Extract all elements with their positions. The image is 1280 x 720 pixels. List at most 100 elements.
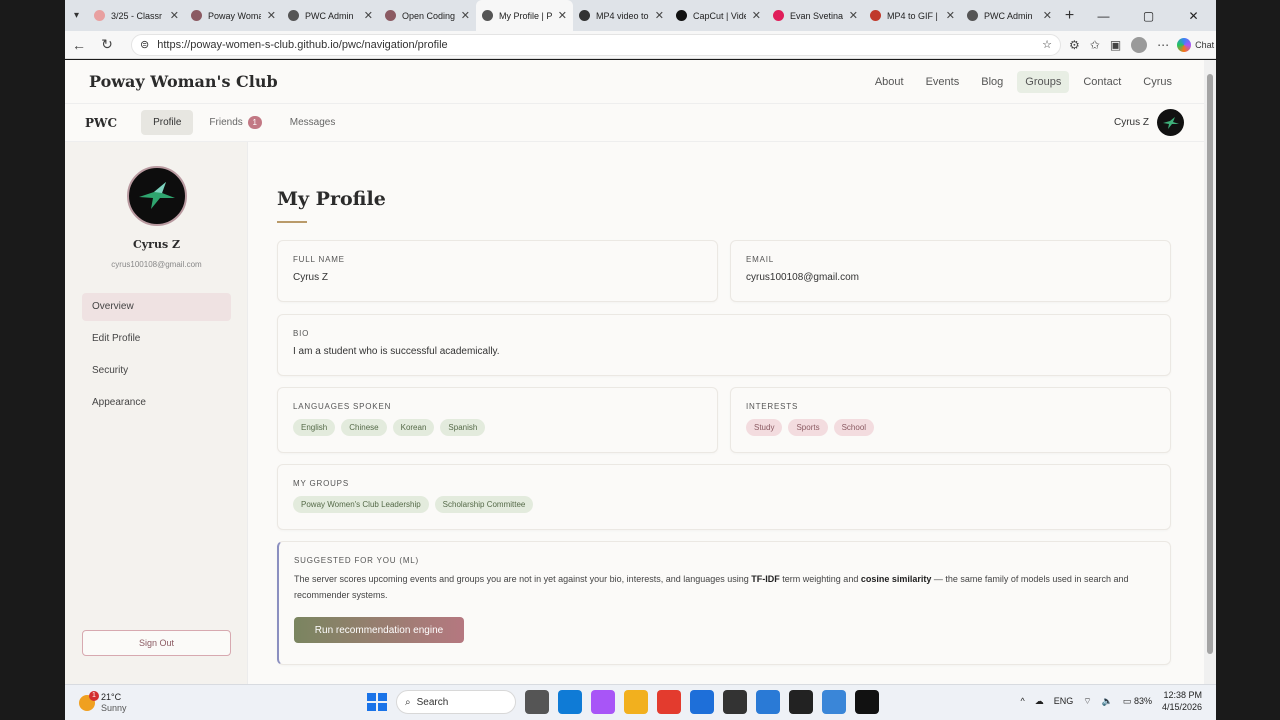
tab-profile[interactable]: Profile bbox=[141, 110, 194, 135]
browser-tab[interactable]: Poway Woma ✕ bbox=[185, 0, 282, 31]
copilot-label: Chat bbox=[1195, 39, 1215, 50]
clock-time: 12:38 PM bbox=[1163, 690, 1202, 700]
wifi-icon[interactable]: ⌔ bbox=[1083, 696, 1091, 707]
site-nav-groups[interactable]: Groups bbox=[1017, 70, 1070, 93]
url-text: https://poway-women-s-club.github.io/pwc… bbox=[157, 38, 448, 51]
sign-out-button[interactable]: Sign Out bbox=[82, 630, 231, 656]
sidebar-item-security[interactable]: Security bbox=[82, 357, 231, 385]
close-tab-icon[interactable]: ✕ bbox=[752, 9, 761, 22]
system-tray: ^ ☁ ENG ⌔ 🔈 ▭ 83% 12:38 PM 4/15/2026 bbox=[1020, 689, 1202, 713]
favorite-star-icon[interactable]: ☆ bbox=[1042, 38, 1052, 51]
profile-sidebar: Cyrus Z cyrus100108@gmail.com Overview Ed… bbox=[65, 142, 248, 684]
close-tab-icon[interactable]: ✕ bbox=[655, 9, 664, 22]
minimize-icon[interactable]: — bbox=[1081, 9, 1126, 23]
weather-widget[interactable]: 1 21°C Sunny bbox=[79, 690, 127, 714]
browser-tab[interactable]: PWC Admin ✕ bbox=[961, 0, 1058, 31]
onedrive-icon[interactable]: ☁ bbox=[1035, 696, 1044, 707]
browser-tab[interactable]: 3/25 - Classr ✕ bbox=[88, 0, 185, 31]
tab-actions-menu[interactable]: ▾ bbox=[65, 0, 88, 31]
more-options-icon[interactable]: ⋯ bbox=[1157, 38, 1169, 52]
close-tab-icon[interactable]: ✕ bbox=[170, 9, 179, 22]
battery-percent: 83% bbox=[1133, 695, 1152, 706]
browser-tab[interactable]: PWC Admin ✕ bbox=[282, 0, 379, 31]
close-tab-icon[interactable]: ✕ bbox=[461, 9, 470, 22]
tab-messages[interactable]: Messages bbox=[278, 110, 348, 135]
sidebar-user-email: cyrus100108@gmail.com bbox=[111, 260, 202, 269]
site-info-icon[interactable]: ⊜ bbox=[140, 38, 149, 51]
windows-start-icon[interactable] bbox=[365, 691, 387, 713]
subnav-user[interactable]: Cyrus Z bbox=[1114, 109, 1184, 136]
maximize-icon[interactable]: ▢ bbox=[1126, 9, 1171, 23]
site-nav-contact[interactable]: Contact bbox=[1075, 71, 1129, 93]
browser-tab[interactable]: Evan Svetina ✕ bbox=[767, 0, 864, 31]
interests-label: Interests bbox=[746, 402, 799, 411]
close-tab-icon[interactable]: ✕ bbox=[267, 9, 276, 22]
browser-tab[interactable]: Open Coding ✕ bbox=[379, 0, 476, 31]
copilot-icon[interactable] bbox=[591, 690, 615, 714]
weather-temp: 21°C bbox=[101, 691, 122, 702]
taskbar-clock[interactable]: 12:38 PM 4/15/2026 bbox=[1162, 689, 1202, 713]
battery-indicator[interactable]: ▭ 83% bbox=[1123, 696, 1152, 707]
close-tab-icon[interactable]: ✕ bbox=[946, 9, 955, 22]
subnav-brand[interactable]: PWC bbox=[85, 116, 117, 130]
sidebar-item-overview[interactable]: Overview bbox=[82, 293, 231, 321]
site-nav-events[interactable]: Events bbox=[918, 71, 968, 93]
terminal-icon[interactable] bbox=[723, 690, 747, 714]
sidebar-item-appearance[interactable]: Appearance bbox=[82, 389, 231, 417]
run-recommendation-button[interactable]: Run recommendation engine bbox=[294, 617, 464, 643]
refresh-icon[interactable]: ↻ bbox=[93, 36, 121, 53]
browser-tab[interactable]: CapCut | Vide ✕ bbox=[670, 0, 767, 31]
languages-label: Languages Spoken bbox=[293, 402, 392, 411]
close-tab-icon[interactable]: ✕ bbox=[849, 9, 858, 22]
scrollbar-thumb[interactable] bbox=[1207, 74, 1213, 654]
browser-tab[interactable]: My Profile | P ✕ bbox=[476, 0, 573, 31]
vscode-icon[interactable] bbox=[756, 690, 780, 714]
site-nav-cyrus[interactable]: Cyrus bbox=[1135, 71, 1180, 93]
back-icon[interactable]: ← bbox=[65, 37, 93, 53]
sidebar-item-edit-profile[interactable]: Edit Profile bbox=[82, 325, 231, 353]
site-title[interactable]: Poway Woman's Club bbox=[89, 72, 278, 91]
file-explorer-icon[interactable] bbox=[525, 690, 549, 714]
close-tab-icon[interactable]: ✕ bbox=[1043, 9, 1052, 22]
clock-date: 4/15/2026 bbox=[1161, 702, 1202, 712]
site-nav-blog[interactable]: Blog bbox=[973, 71, 1011, 93]
new-tab-button[interactable]: + bbox=[1058, 7, 1081, 25]
browser-tab-label: MP4 to GIF | bbox=[887, 10, 938, 21]
title-underline bbox=[277, 221, 307, 223]
tag: Poway Women's Club Leadership bbox=[293, 496, 429, 513]
favorites-icon[interactable]: ✩ bbox=[1090, 38, 1100, 52]
store-icon[interactable] bbox=[690, 690, 714, 714]
globe-icon bbox=[288, 10, 299, 21]
slack-icon bbox=[773, 10, 784, 21]
url-input[interactable]: ⊜ https://poway-women-s-club.github.io/p… bbox=[131, 33, 1061, 56]
full-name-card: Full Name Cyrus Z bbox=[277, 240, 718, 302]
browser-profile-avatar[interactable] bbox=[1131, 36, 1148, 53]
folder-icon[interactable] bbox=[624, 690, 648, 714]
photos-icon[interactable] bbox=[822, 690, 846, 714]
tab-label: Messages bbox=[289, 117, 336, 128]
notepad-icon[interactable] bbox=[789, 690, 813, 714]
capcut-icon[interactable] bbox=[855, 690, 879, 714]
close-tab-icon[interactable]: ✕ bbox=[558, 9, 567, 22]
page-scrollbar[interactable] bbox=[1204, 60, 1216, 684]
language-indicator[interactable]: ENG bbox=[1054, 696, 1074, 706]
volume-icon[interactable]: 🔈 bbox=[1102, 696, 1113, 707]
tag: Sports bbox=[788, 419, 828, 436]
extensions-icon[interactable]: ⚙ bbox=[1069, 38, 1080, 52]
bio-label: Bio bbox=[293, 329, 310, 338]
email-label: Email bbox=[746, 255, 775, 264]
browser-tab[interactable]: MP4 to GIF | ✕ bbox=[864, 0, 961, 31]
close-window-icon[interactable]: ✕ bbox=[1171, 9, 1216, 23]
chrome-icon[interactable] bbox=[657, 690, 681, 714]
browser-tab-label: Open Coding bbox=[402, 10, 455, 21]
taskbar-search[interactable]: ⌕ Search bbox=[396, 690, 516, 714]
tray-chevron-icon[interactable]: ^ bbox=[1020, 696, 1024, 706]
edge-icon[interactable] bbox=[558, 690, 582, 714]
browser-tab-label: Poway Woma bbox=[208, 10, 261, 21]
browser-tab[interactable]: MP4 video to ✕ bbox=[573, 0, 670, 31]
site-nav-about[interactable]: About bbox=[867, 71, 912, 93]
tab-friends[interactable]: Friends 1 bbox=[197, 110, 273, 135]
close-tab-icon[interactable]: ✕ bbox=[364, 9, 373, 22]
copilot-chat-button[interactable]: Chat bbox=[1177, 37, 1215, 52]
collections-icon[interactable]: ▣ bbox=[1110, 38, 1121, 52]
